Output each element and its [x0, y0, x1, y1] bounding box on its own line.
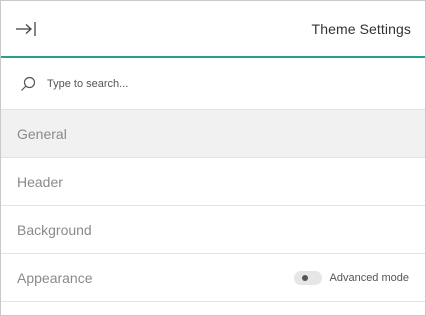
- search-input[interactable]: [47, 77, 347, 90]
- panel-header: Theme Settings: [1, 1, 425, 58]
- toggle-knob: [301, 274, 308, 281]
- menu-item-label: General: [17, 125, 67, 142]
- panel-title: Theme Settings: [311, 20, 411, 37]
- menu-item-label: Header: [17, 173, 63, 190]
- arrow-to-right-icon: [16, 21, 36, 36]
- menu-item-background[interactable]: Background: [1, 206, 425, 254]
- advanced-mode-control: Advanced mode: [293, 270, 412, 285]
- search-icon: [19, 75, 37, 93]
- menu-item-appearance[interactable]: Appearance Advanced mode: [1, 254, 425, 302]
- menu-item-general[interactable]: General: [1, 110, 425, 158]
- search-bar: [1, 58, 425, 110]
- theme-settings-panel: Theme Settings General Header Background…: [0, 0, 426, 316]
- menu-item-label: Background: [17, 221, 92, 238]
- advanced-mode-toggle[interactable]: [293, 270, 322, 285]
- menu-item-label: Appearance: [17, 269, 93, 286]
- collapse-panel-button[interactable]: [15, 14, 45, 44]
- advanced-mode-label: Advanced mode: [329, 271, 410, 284]
- menu-item-header[interactable]: Header: [1, 158, 425, 206]
